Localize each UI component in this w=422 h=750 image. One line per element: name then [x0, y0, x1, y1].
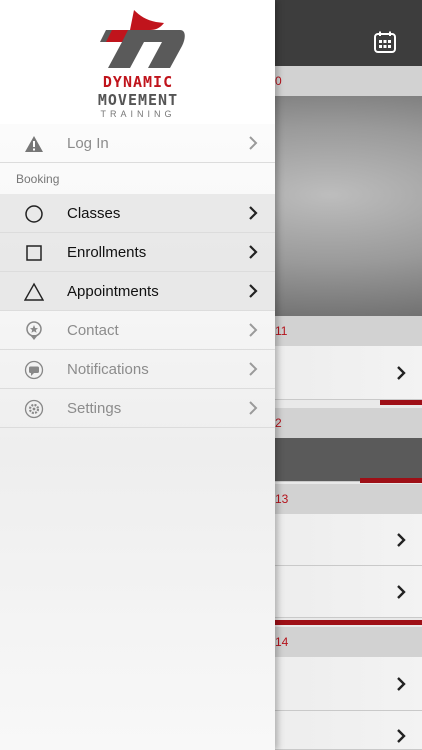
- section-header-booking: Booking: [16, 172, 60, 186]
- chevron-right-icon: [249, 401, 258, 415]
- menu-item-enrollments[interactable]: Enrollments: [0, 233, 275, 272]
- menu-item-contact[interactable]: Contact: [0, 311, 275, 350]
- chevron-right-icon: [397, 366, 406, 380]
- menu-item-label: Contact: [67, 322, 119, 339]
- menu-item-notifications[interactable]: Notifications: [0, 350, 275, 389]
- menu-item-label: Settings: [67, 400, 122, 417]
- calendar-icon[interactable]: [373, 30, 397, 54]
- chevron-right-icon: [397, 533, 406, 547]
- menu-item-settings[interactable]: Settings: [0, 389, 275, 428]
- menu-item-login[interactable]: Log In: [0, 124, 275, 163]
- chevron-right-icon: [397, 729, 406, 743]
- circle-icon: [25, 205, 43, 223]
- logo-mark: [100, 10, 185, 68]
- menu-item-appointments[interactable]: Appointments: [0, 272, 275, 311]
- logo-line-training: TRAINING: [100, 109, 176, 119]
- menu-item-label: Notifications: [67, 361, 149, 378]
- chevron-right-icon: [249, 323, 258, 337]
- menu-item-label: Log In: [67, 135, 109, 152]
- chevron-right-icon: [249, 245, 258, 259]
- chevron-right-icon: [249, 136, 258, 150]
- menu-item-label: Enrollments: [67, 244, 147, 261]
- menu-item-label: Classes: [67, 205, 121, 222]
- menu-item-label: Appointments: [67, 283, 159, 300]
- brand-logo: DYNAMIC MOVEMENT TRAINING: [0, 0, 275, 124]
- triangle-icon: [24, 282, 44, 301]
- logo-line-dynamic: DYNAMIC: [102, 73, 174, 91]
- menu-item-classes[interactable]: Classes: [0, 194, 275, 233]
- star-badge-icon: [26, 321, 42, 340]
- chevron-right-icon: [249, 284, 258, 298]
- chevron-right-icon: [249, 362, 258, 376]
- square-icon: [26, 245, 42, 261]
- gear-icon: [24, 399, 44, 419]
- chevron-right-icon: [249, 206, 258, 220]
- warning-icon: [25, 136, 43, 152]
- accent-stripe: [380, 400, 422, 405]
- chevron-right-icon: [397, 585, 406, 599]
- side-menu-drawer: DYNAMIC MOVEMENT TRAINING Log In Booking…: [0, 0, 275, 750]
- chat-bubble-icon: [24, 360, 44, 380]
- accent-stripe: [275, 620, 422, 625]
- chevron-right-icon: [397, 677, 406, 691]
- logo-line-movement: MOVEMENT: [97, 91, 179, 109]
- accent-stripe: [360, 478, 422, 483]
